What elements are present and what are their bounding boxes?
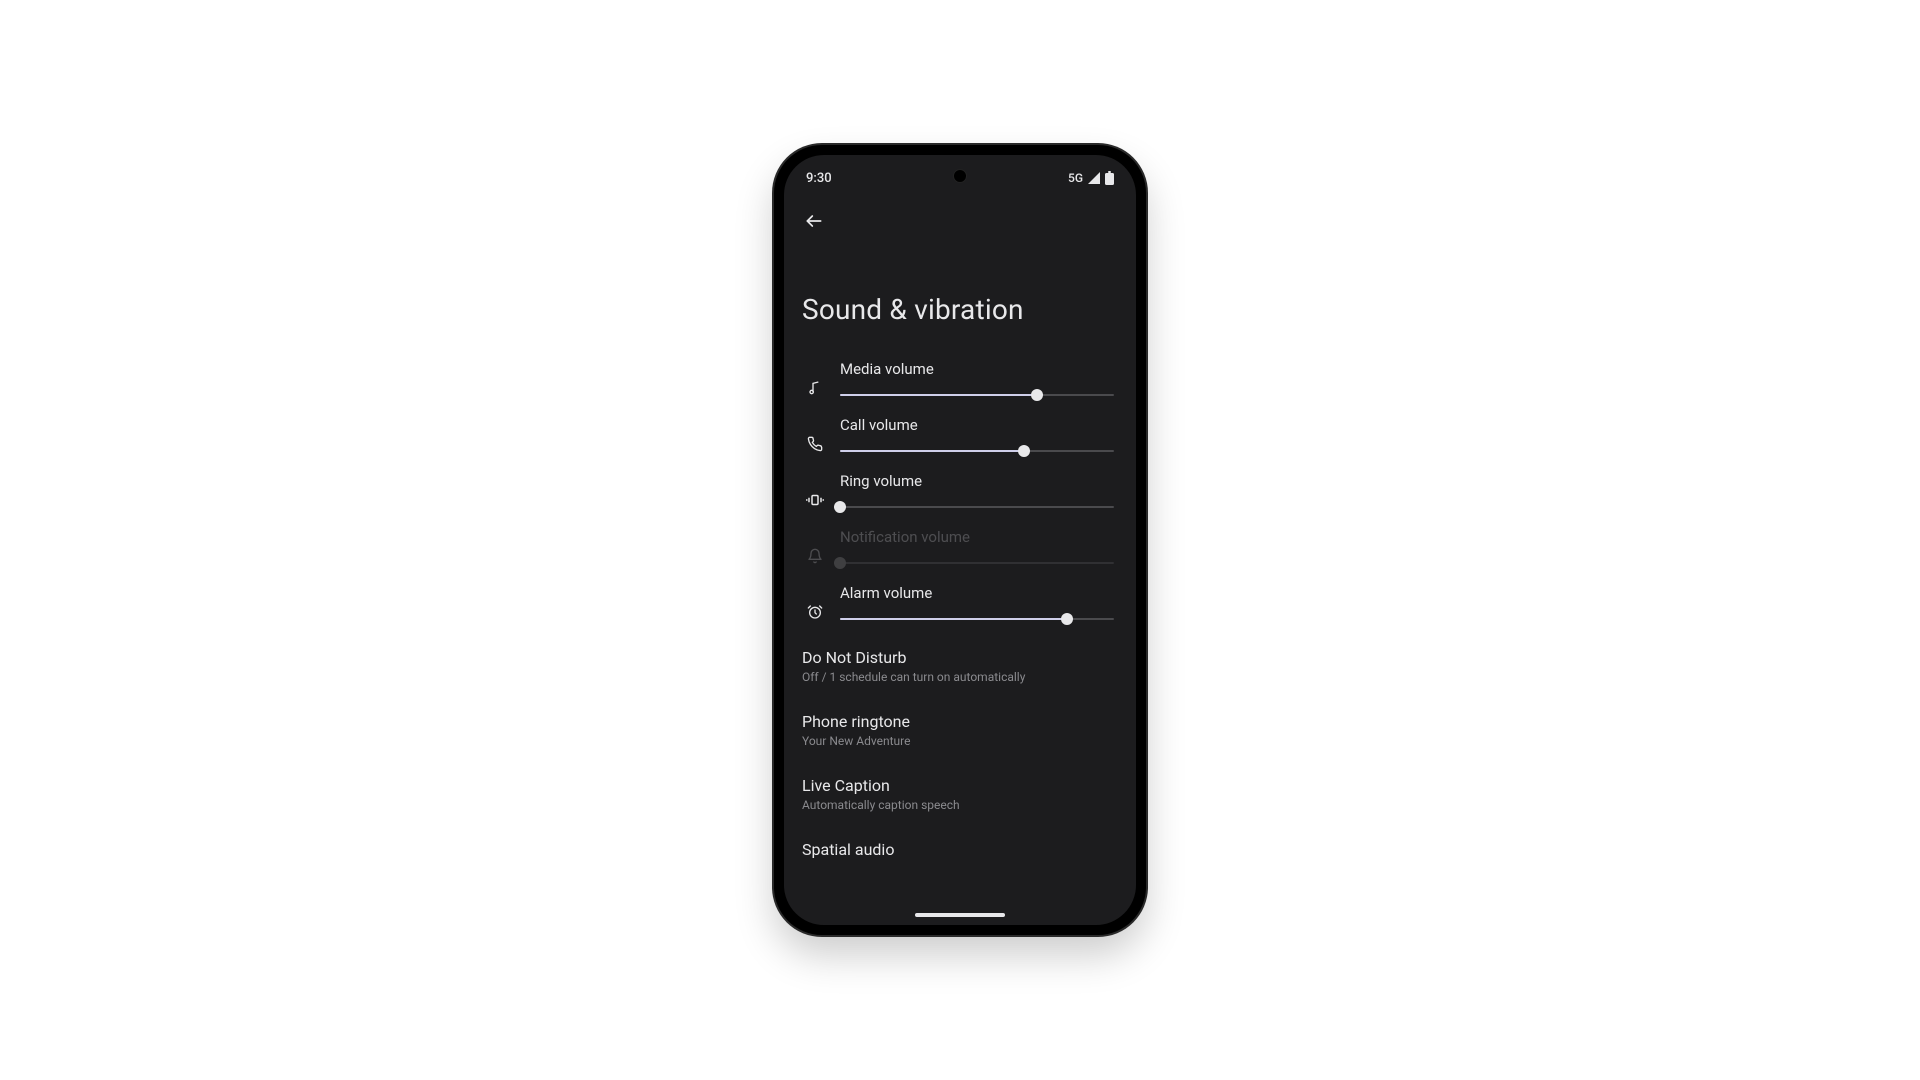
arrow-left-icon bbox=[804, 211, 824, 231]
item-do-not-disturb[interactable]: Do Not Disturb Off / 1 schedule can turn… bbox=[784, 634, 1136, 698]
status-right: 5G bbox=[1068, 171, 1114, 185]
item-title: Spatial audio bbox=[802, 840, 1114, 859]
phone-icon bbox=[804, 416, 826, 452]
slider-label: Call volume bbox=[840, 416, 1114, 434]
slider-call: Call volume bbox=[784, 410, 1136, 466]
phone-frame: 9:30 5G Sound & vibration Media volume bbox=[774, 145, 1146, 935]
network-label: 5G bbox=[1068, 171, 1083, 185]
item-live-caption[interactable]: Live Caption Automatically caption speec… bbox=[784, 762, 1136, 826]
back-button[interactable] bbox=[798, 205, 830, 237]
slider-track[interactable] bbox=[840, 618, 1114, 620]
item-title: Live Caption bbox=[802, 776, 1114, 795]
slider-track bbox=[840, 562, 1114, 564]
signal-icon bbox=[1087, 172, 1101, 184]
alarm-icon bbox=[804, 584, 826, 620]
vibrate-icon bbox=[804, 472, 826, 508]
slider-notification: Notification volume bbox=[784, 522, 1136, 578]
phone-screen: 9:30 5G Sound & vibration Media volume bbox=[784, 155, 1136, 925]
item-spatial-audio[interactable]: Spatial audio bbox=[784, 826, 1136, 863]
item-subtitle: Your New Adventure bbox=[802, 734, 1114, 748]
music-note-icon bbox=[804, 360, 826, 396]
camera-hole bbox=[953, 169, 967, 183]
content[interactable]: Media volume Call volume bbox=[784, 354, 1136, 863]
slider-label: Alarm volume bbox=[840, 584, 1114, 602]
slider-label: Media volume bbox=[840, 360, 1114, 378]
status-time: 9:30 bbox=[806, 171, 832, 186]
slider-label: Ring volume bbox=[840, 472, 1114, 490]
app-bar bbox=[784, 191, 1136, 243]
item-title: Do Not Disturb bbox=[802, 648, 1114, 667]
item-subtitle: Automatically caption speech bbox=[802, 798, 1114, 812]
item-subtitle: Off / 1 schedule can turn on automatical… bbox=[802, 670, 1114, 684]
slider-track[interactable] bbox=[840, 394, 1114, 396]
slider-label: Notification volume bbox=[840, 528, 1114, 546]
bell-icon bbox=[804, 528, 826, 564]
page-title: Sound & vibration bbox=[784, 243, 1136, 354]
slider-ring: Ring volume bbox=[784, 466, 1136, 522]
slider-alarm: Alarm volume bbox=[784, 578, 1136, 634]
battery-icon bbox=[1105, 171, 1114, 185]
slider-track[interactable] bbox=[840, 506, 1114, 508]
item-title: Phone ringtone bbox=[802, 712, 1114, 731]
slider-track[interactable] bbox=[840, 450, 1114, 452]
item-phone-ringtone[interactable]: Phone ringtone Your New Adventure bbox=[784, 698, 1136, 762]
home-indicator[interactable] bbox=[915, 913, 1005, 917]
slider-media: Media volume bbox=[784, 354, 1136, 410]
